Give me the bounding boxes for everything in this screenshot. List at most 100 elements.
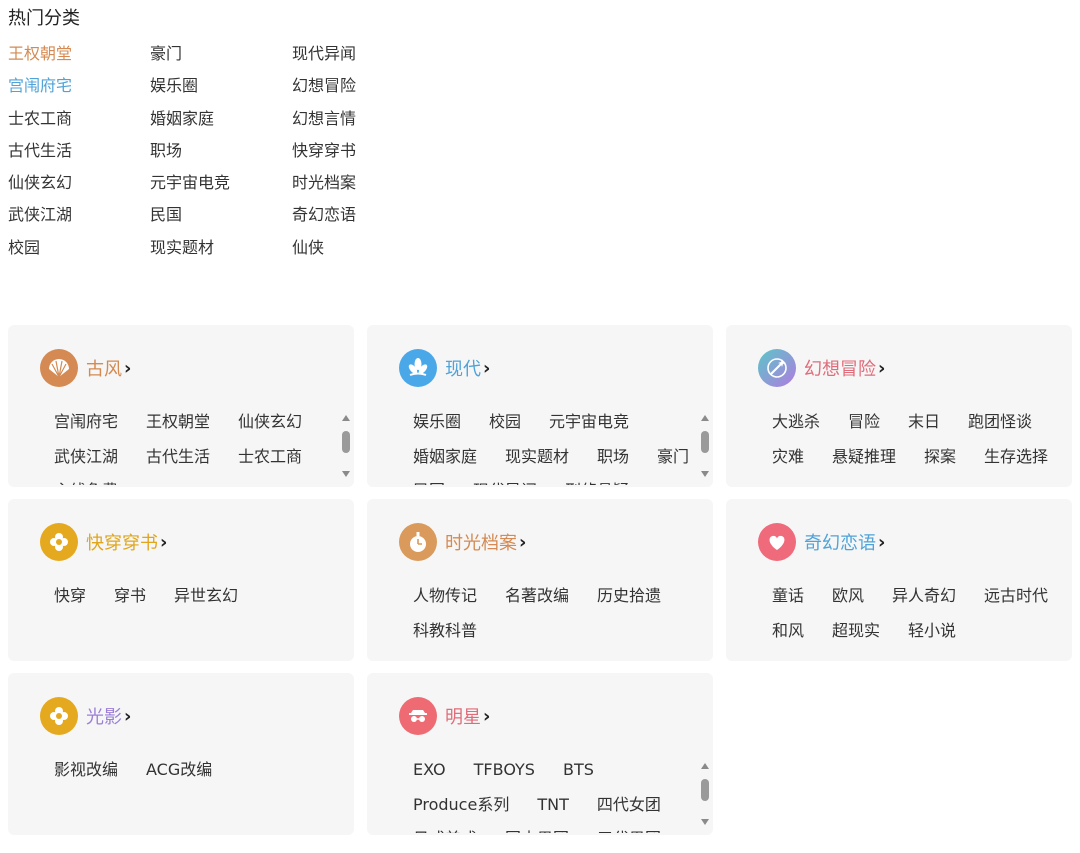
flower-icon bbox=[40, 697, 78, 735]
tag-list: 娱乐圈 校园 元宇宙电竞 婚姻家庭 现实题材 职场 豪门 民国 现代异闻 刑侦悬… bbox=[413, 405, 703, 485]
tag[interactable]: EXO bbox=[413, 753, 446, 788]
tag[interactable]: 三代男团 bbox=[597, 822, 661, 833]
tag[interactable]: ACG改编 bbox=[146, 753, 212, 788]
card-title: 快穿穿书 bbox=[86, 533, 158, 554]
tag[interactable]: 豪门 bbox=[657, 440, 689, 475]
hot-item[interactable]: 武侠江湖 bbox=[8, 203, 150, 235]
tag[interactable]: 宫闱府宅 bbox=[54, 405, 118, 440]
hot-item[interactable]: 幻想冒险 bbox=[292, 74, 434, 106]
scroll-thumb[interactable] bbox=[342, 431, 350, 453]
tag[interactable]: 娱乐圈 bbox=[413, 405, 461, 440]
category-card-header[interactable]: 光影 › bbox=[40, 697, 131, 735]
tag[interactable]: TNT bbox=[537, 788, 569, 823]
tag[interactable]: 主线免费 bbox=[54, 474, 118, 485]
scroll-down-arrow-icon[interactable] bbox=[342, 471, 350, 477]
hot-item[interactable]: 现代异闻 bbox=[292, 42, 434, 74]
hot-item[interactable]: 婚姻家庭 bbox=[150, 107, 292, 139]
tag[interactable]: 民国 bbox=[413, 474, 445, 485]
scroll-down-arrow-icon[interactable] bbox=[701, 819, 709, 825]
tag[interactable]: 王权朝堂 bbox=[146, 405, 210, 440]
chevron-right-icon: › bbox=[483, 357, 491, 379]
scroll-thumb[interactable] bbox=[701, 431, 709, 453]
hot-item[interactable]: 时光档案 bbox=[292, 171, 434, 203]
tag[interactable]: 现代异闻 bbox=[473, 474, 537, 485]
scrollbar[interactable] bbox=[699, 761, 711, 827]
category-card-guangying: 光影 › 影视改编 ACG改编 bbox=[8, 673, 354, 835]
tag[interactable]: 灾难 bbox=[772, 440, 804, 475]
tag[interactable]: 探案 bbox=[924, 440, 956, 475]
tag[interactable]: 职场 bbox=[597, 440, 629, 475]
tag[interactable]: 婚姻家庭 bbox=[413, 440, 477, 475]
category-card-header[interactable]: 古风 › bbox=[40, 349, 131, 387]
hot-item[interactable]: 元宇宙电竞 bbox=[150, 171, 292, 203]
tag[interactable]: 人物传记 bbox=[413, 579, 477, 614]
category-card-header[interactable]: 快穿穿书 › bbox=[40, 523, 167, 561]
hot-item[interactable]: 快穿穿书 bbox=[292, 139, 434, 171]
scrollbar[interactable] bbox=[340, 413, 352, 479]
tag[interactable]: 影视改编 bbox=[54, 753, 118, 788]
tag[interactable]: 国内男团 bbox=[505, 822, 569, 833]
folding-fan-icon bbox=[40, 349, 78, 387]
tag[interactable]: 跑团怪谈 bbox=[968, 405, 1032, 440]
hot-item[interactable]: 校园 bbox=[8, 236, 150, 268]
hot-item[interactable]: 王权朝堂 bbox=[8, 42, 150, 74]
tag[interactable]: TFBOYS bbox=[474, 753, 535, 788]
tag[interactable]: 士农工商 bbox=[238, 440, 302, 475]
hot-item[interactable]: 幻想言情 bbox=[292, 107, 434, 139]
tag[interactable]: 超现实 bbox=[832, 614, 880, 649]
scroll-up-arrow-icon[interactable] bbox=[701, 415, 709, 421]
tag[interactable]: 异人奇幻 bbox=[892, 579, 956, 614]
tag[interactable]: 历史拾遗 bbox=[597, 579, 661, 614]
tag[interactable]: 日式美成 bbox=[413, 822, 477, 833]
tag[interactable]: 四代女团 bbox=[597, 788, 661, 823]
scroll-thumb[interactable] bbox=[701, 779, 709, 801]
tag[interactable]: 古代生活 bbox=[146, 440, 210, 475]
tag[interactable]: 现实题材 bbox=[505, 440, 569, 475]
category-card-header[interactable]: 明星 › bbox=[399, 697, 490, 735]
hot-item[interactable]: 民国 bbox=[150, 203, 292, 235]
tag[interactable]: 校园 bbox=[489, 405, 521, 440]
category-card-header[interactable]: 现代 › bbox=[399, 349, 490, 387]
tag[interactable]: 悬疑推理 bbox=[832, 440, 896, 475]
hot-item[interactable]: 奇幻恋语 bbox=[292, 203, 434, 235]
hot-item[interactable]: 宫闱府宅 bbox=[8, 74, 150, 106]
scroll-up-arrow-icon[interactable] bbox=[701, 763, 709, 769]
tag[interactable]: 大逃杀 bbox=[772, 405, 820, 440]
tag[interactable]: 仙侠玄幻 bbox=[238, 405, 302, 440]
hot-item[interactable]: 现实题材 bbox=[150, 236, 292, 268]
category-card-header[interactable]: 时光档案 › bbox=[399, 523, 526, 561]
tag[interactable]: 武侠江湖 bbox=[54, 440, 118, 475]
hot-item[interactable]: 仙侠 bbox=[292, 236, 434, 268]
tag[interactable]: 远古时代 bbox=[984, 579, 1048, 614]
tag-list: EXO TFBOYS BTS Produce系列 TNT 四代女团 日式美成 国… bbox=[413, 753, 703, 833]
category-card-header[interactable]: 奇幻恋语 › bbox=[758, 523, 885, 561]
tag[interactable]: 科教科普 bbox=[413, 614, 477, 649]
tag[interactable]: 冒险 bbox=[848, 405, 880, 440]
tag[interactable]: 轻小说 bbox=[908, 614, 956, 649]
hot-item[interactable]: 士农工商 bbox=[8, 107, 150, 139]
hot-item[interactable]: 仙侠玄幻 bbox=[8, 171, 150, 203]
tag[interactable]: BTS bbox=[563, 753, 594, 788]
tag[interactable]: Produce系列 bbox=[413, 788, 509, 823]
hot-item[interactable]: 豪门 bbox=[150, 42, 292, 74]
tag[interactable]: 异世玄幻 bbox=[174, 579, 238, 614]
category-card-xiandai: 现代 › 娱乐圈 校园 元宇宙电竞 婚姻家庭 现实题材 职场 豪门 民国 现代异… bbox=[367, 325, 713, 487]
tag[interactable]: 快穿 bbox=[54, 579, 86, 614]
tag[interactable]: 童话 bbox=[772, 579, 804, 614]
tag[interactable]: 末日 bbox=[908, 405, 940, 440]
hot-item[interactable]: 娱乐圈 bbox=[150, 74, 292, 106]
tag[interactable]: 和风 bbox=[772, 614, 804, 649]
tag[interactable]: 生存选择 bbox=[984, 440, 1048, 475]
scrollbar[interactable] bbox=[699, 413, 711, 479]
scroll-down-arrow-icon[interactable] bbox=[701, 471, 709, 477]
hot-item[interactable]: 古代生活 bbox=[8, 139, 150, 171]
hot-item[interactable]: 职场 bbox=[150, 139, 292, 171]
scroll-up-arrow-icon[interactable] bbox=[342, 415, 350, 421]
category-card-header[interactable]: 幻想冒险 › bbox=[758, 349, 885, 387]
tag[interactable]: 穿书 bbox=[114, 579, 146, 614]
tag[interactable]: 名著改编 bbox=[505, 579, 569, 614]
card-title: 古风 bbox=[86, 359, 122, 380]
tag[interactable]: 欧风 bbox=[832, 579, 864, 614]
tag[interactable]: 元宇宙电竞 bbox=[549, 405, 629, 440]
tag[interactable]: 刑侦悬疑 bbox=[565, 474, 629, 485]
